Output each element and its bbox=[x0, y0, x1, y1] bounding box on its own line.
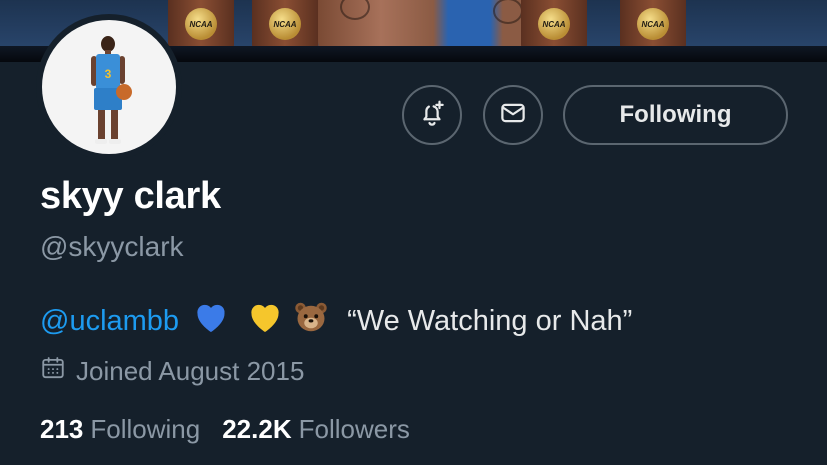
join-date: Joined August 2015 bbox=[40, 355, 304, 388]
blue-heart-icon bbox=[193, 300, 229, 342]
trophy-plate: NCAA bbox=[538, 8, 570, 40]
bell-plus-icon bbox=[417, 98, 447, 133]
profile-bio: @uclambb “We Watching or Nah” bbox=[40, 300, 632, 342]
following-count-link[interactable]: 213 Following bbox=[40, 414, 200, 445]
calendar-icon bbox=[40, 355, 76, 388]
trophy-plate: NCAA bbox=[269, 8, 301, 40]
display-name: skyy clark bbox=[40, 175, 221, 217]
followers-count-link[interactable]: 22.2K Followers bbox=[222, 414, 410, 445]
trophy-image: NCAA bbox=[620, 0, 686, 48]
yellow-heart-icon bbox=[247, 300, 283, 342]
trophy-image: NCAA bbox=[168, 0, 234, 48]
followers-label: Followers bbox=[298, 414, 410, 444]
following-button[interactable]: Following bbox=[563, 85, 788, 145]
trophy-plate: NCAA bbox=[185, 8, 217, 40]
bio-quote: “We Watching or Nah” bbox=[347, 304, 633, 337]
follow-stats: 213 Following 22.2K Followers bbox=[40, 414, 432, 445]
followers-count: 22.2K bbox=[222, 414, 292, 444]
avatar-photo: 3 bbox=[42, 20, 176, 154]
following-label: Following bbox=[90, 414, 201, 444]
join-date-text: Joined August 2015 bbox=[76, 356, 305, 386]
svg-text:3: 3 bbox=[105, 67, 112, 81]
trophy-image: NCAA bbox=[252, 0, 318, 48]
profile-page: NCAA NCAA NCAA NCAA 3 Following skyy cla… bbox=[0, 0, 827, 465]
envelope-icon bbox=[498, 98, 528, 133]
bio-mention-link[interactable]: @uclambb bbox=[40, 305, 179, 338]
notify-button[interactable] bbox=[402, 85, 462, 145]
bear-face-icon bbox=[293, 300, 329, 342]
following-count: 213 bbox=[40, 414, 84, 444]
trophy-image: NCAA bbox=[521, 0, 587, 48]
trophy-plate: NCAA bbox=[637, 8, 669, 40]
avatar[interactable]: 3 bbox=[36, 14, 182, 160]
username-handle: @skyyclark bbox=[40, 231, 184, 262]
message-button[interactable] bbox=[483, 85, 543, 145]
